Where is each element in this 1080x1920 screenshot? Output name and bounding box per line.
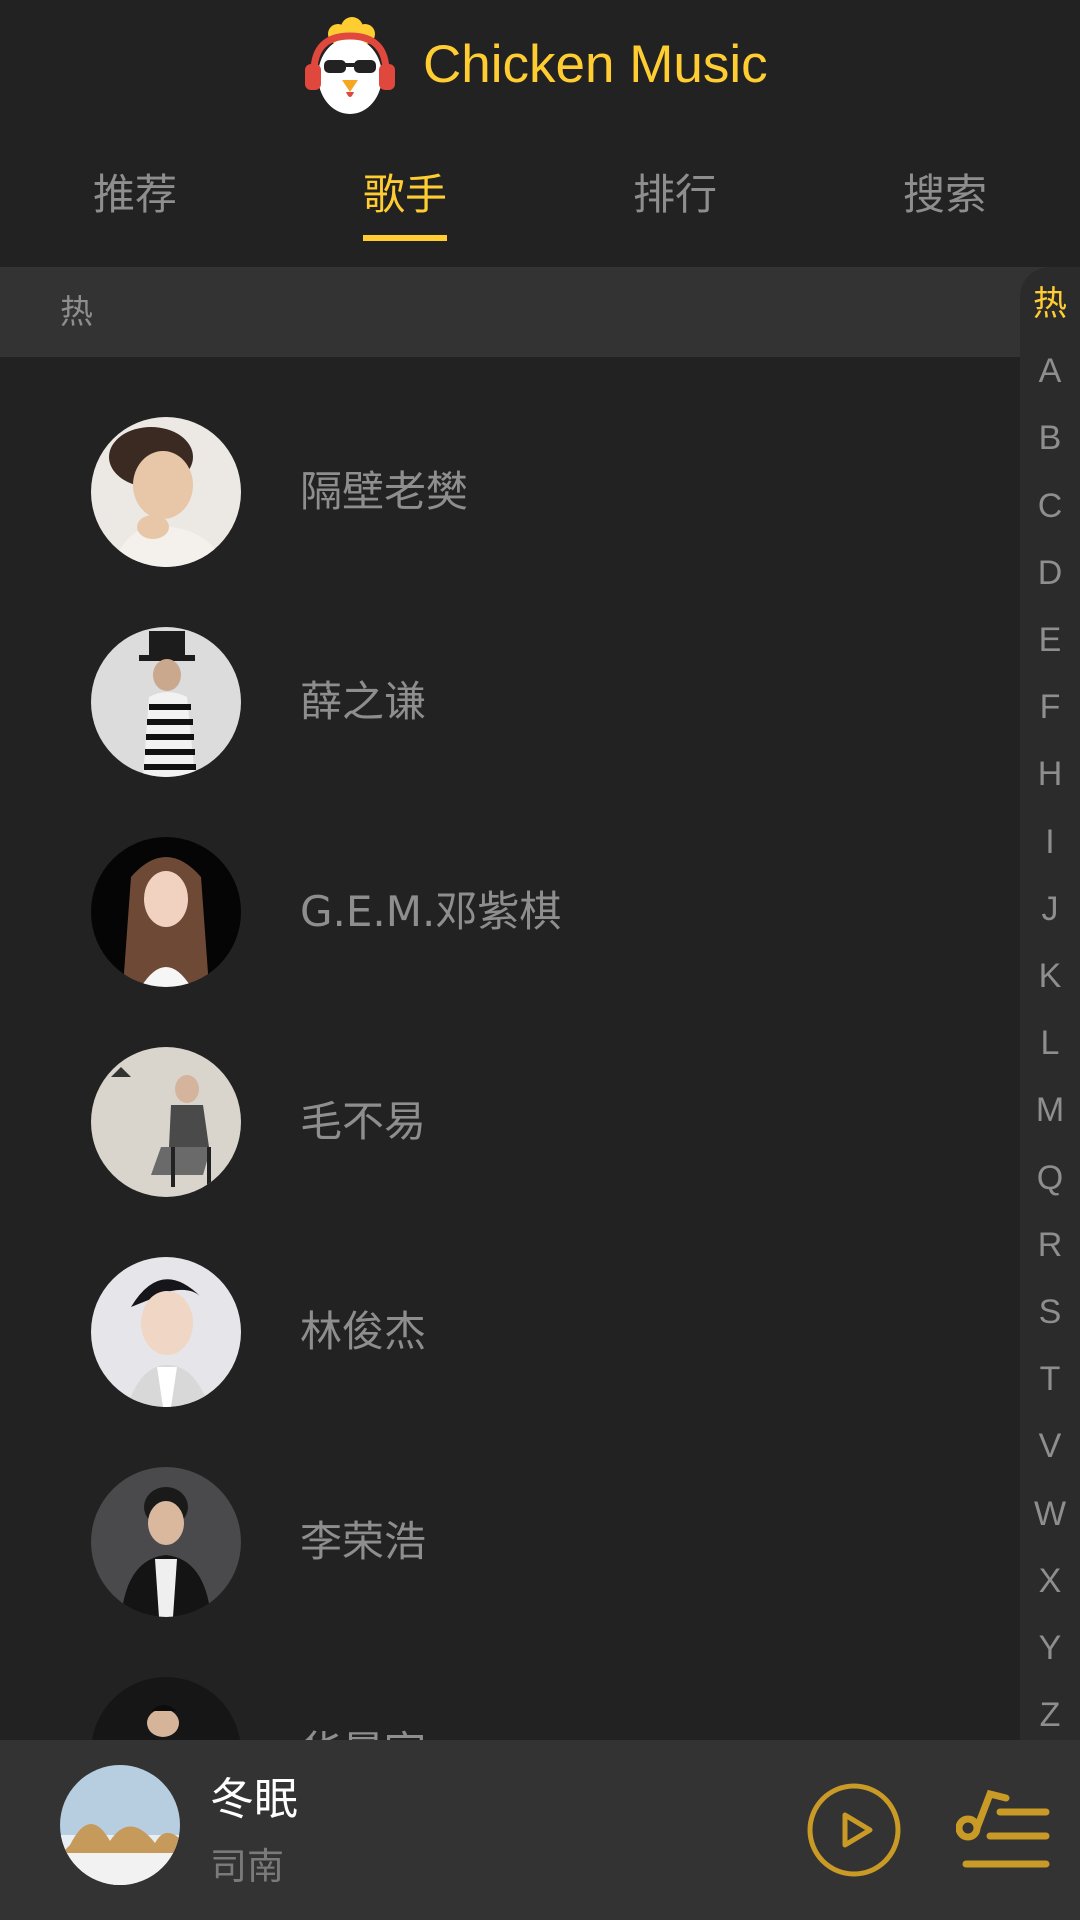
index-letter[interactable]: W bbox=[1020, 1481, 1080, 1548]
singer-name: G.E.M.邓紫棋 bbox=[300, 887, 562, 936]
avatar bbox=[91, 1677, 241, 1740]
tab-label: 排行 bbox=[632, 170, 717, 219]
avatar bbox=[91, 1467, 241, 1617]
index-letter[interactable]: I bbox=[1020, 809, 1080, 876]
list-item[interactable]: G.E.M.邓紫棋 bbox=[0, 777, 1020, 987]
singer-avatar-icon bbox=[91, 1677, 241, 1740]
singer-avatar-icon bbox=[91, 1257, 241, 1407]
playlist-icon bbox=[956, 1789, 1050, 1868]
app-title: Chicken Music bbox=[423, 35, 768, 94]
play-button[interactable] bbox=[806, 1782, 902, 1878]
list-item[interactable]: 毛不易 bbox=[0, 987, 1020, 1197]
index-letter[interactable]: D bbox=[1020, 540, 1080, 607]
index-letter[interactable]: M bbox=[1020, 1077, 1080, 1144]
tab-rank[interactable]: 排行 bbox=[540, 155, 810, 245]
album-cover-icon bbox=[60, 1765, 180, 1885]
singer-name: 毛不易 bbox=[300, 1097, 427, 1146]
app-header: Chicken Music bbox=[0, 0, 1080, 130]
singer-list[interactable]: 隔壁老樊 薛之谦 G.E.M.邓紫棋 毛不易 林俊杰 李荣浩 bbox=[0, 357, 1020, 1740]
tab-singer[interactable]: 歌手 bbox=[270, 155, 540, 245]
index-letter[interactable]: 热 bbox=[1020, 271, 1080, 338]
index-letter[interactable]: H bbox=[1020, 741, 1080, 808]
list-item[interactable]: 林俊杰 bbox=[0, 1197, 1020, 1407]
group-header: 热 bbox=[0, 267, 1080, 357]
singer-avatar-icon bbox=[91, 837, 241, 987]
logo-icon bbox=[305, 17, 395, 114]
index-letter[interactable]: A bbox=[1020, 338, 1080, 405]
index-letter[interactable]: E bbox=[1020, 607, 1080, 674]
index-letter[interactable]: Y bbox=[1020, 1615, 1080, 1682]
singer-name: 薛之谦 bbox=[300, 677, 427, 726]
index-letter[interactable]: S bbox=[1020, 1279, 1080, 1346]
playlist-button[interactable] bbox=[956, 1788, 1050, 1872]
play-icon bbox=[842, 1812, 873, 1848]
album-cover[interactable] bbox=[60, 1765, 180, 1885]
tab-search[interactable]: 搜索 bbox=[810, 155, 1080, 245]
tab-label: 推荐 bbox=[92, 170, 177, 219]
mini-player[interactable]: 冬眠 司南 bbox=[0, 1740, 1080, 1920]
index-letter[interactable]: T bbox=[1020, 1346, 1080, 1413]
list-item[interactable]: 李荣浩 bbox=[0, 1407, 1020, 1617]
avatar bbox=[91, 627, 241, 777]
index-letter[interactable]: X bbox=[1020, 1548, 1080, 1615]
singer-avatar-icon bbox=[91, 417, 241, 567]
singer-avatar-icon bbox=[91, 627, 241, 777]
app: Chicken Music 推荐 歌手 排行 搜索 热 隔壁老樊 薛之谦 G.E… bbox=[0, 0, 1080, 1920]
index-letter[interactable]: B bbox=[1020, 405, 1080, 472]
singer-name: 李荣浩 bbox=[300, 1517, 427, 1566]
index-letter[interactable]: Q bbox=[1020, 1145, 1080, 1212]
tab-bar: 推荐 歌手 排行 搜索 bbox=[0, 155, 1080, 245]
index-letter[interactable]: L bbox=[1020, 1010, 1080, 1077]
index-letter[interactable]: V bbox=[1020, 1413, 1080, 1480]
singer-name: 华晨宇 bbox=[300, 1677, 426, 1740]
avatar bbox=[91, 1257, 241, 1407]
index-letter[interactable]: K bbox=[1020, 943, 1080, 1010]
list-item[interactable]: 薛之谦 bbox=[0, 567, 1020, 777]
list-item[interactable]: 隔壁老樊 bbox=[0, 357, 1020, 567]
avatar bbox=[91, 837, 241, 987]
avatar bbox=[91, 417, 241, 567]
tab-label: 搜索 bbox=[902, 170, 987, 219]
singer-avatar-icon bbox=[91, 1047, 241, 1197]
singer-name: 隔壁老樊 bbox=[300, 467, 469, 516]
list-item[interactable]: 华晨宇 bbox=[0, 1617, 1020, 1740]
song-title: 冬眠 bbox=[210, 1774, 298, 1825]
singer-avatar-icon bbox=[91, 1467, 241, 1617]
tab-label: 歌手 bbox=[362, 155, 448, 241]
index-letter[interactable]: F bbox=[1020, 674, 1080, 741]
tab-recommend[interactable]: 推荐 bbox=[0, 155, 270, 245]
avatar bbox=[91, 1047, 241, 1197]
song-artist: 司南 bbox=[210, 1845, 284, 1888]
index-letter[interactable]: C bbox=[1020, 473, 1080, 540]
singer-name: 林俊杰 bbox=[300, 1307, 427, 1356]
group-title: 热 bbox=[60, 292, 93, 331]
index-letter[interactable]: J bbox=[1020, 876, 1080, 943]
index-letter[interactable]: R bbox=[1020, 1212, 1080, 1279]
alphabet-index[interactable]: 热ABCDEFHIJKLMQRSTVWXYZ bbox=[1020, 267, 1080, 1740]
